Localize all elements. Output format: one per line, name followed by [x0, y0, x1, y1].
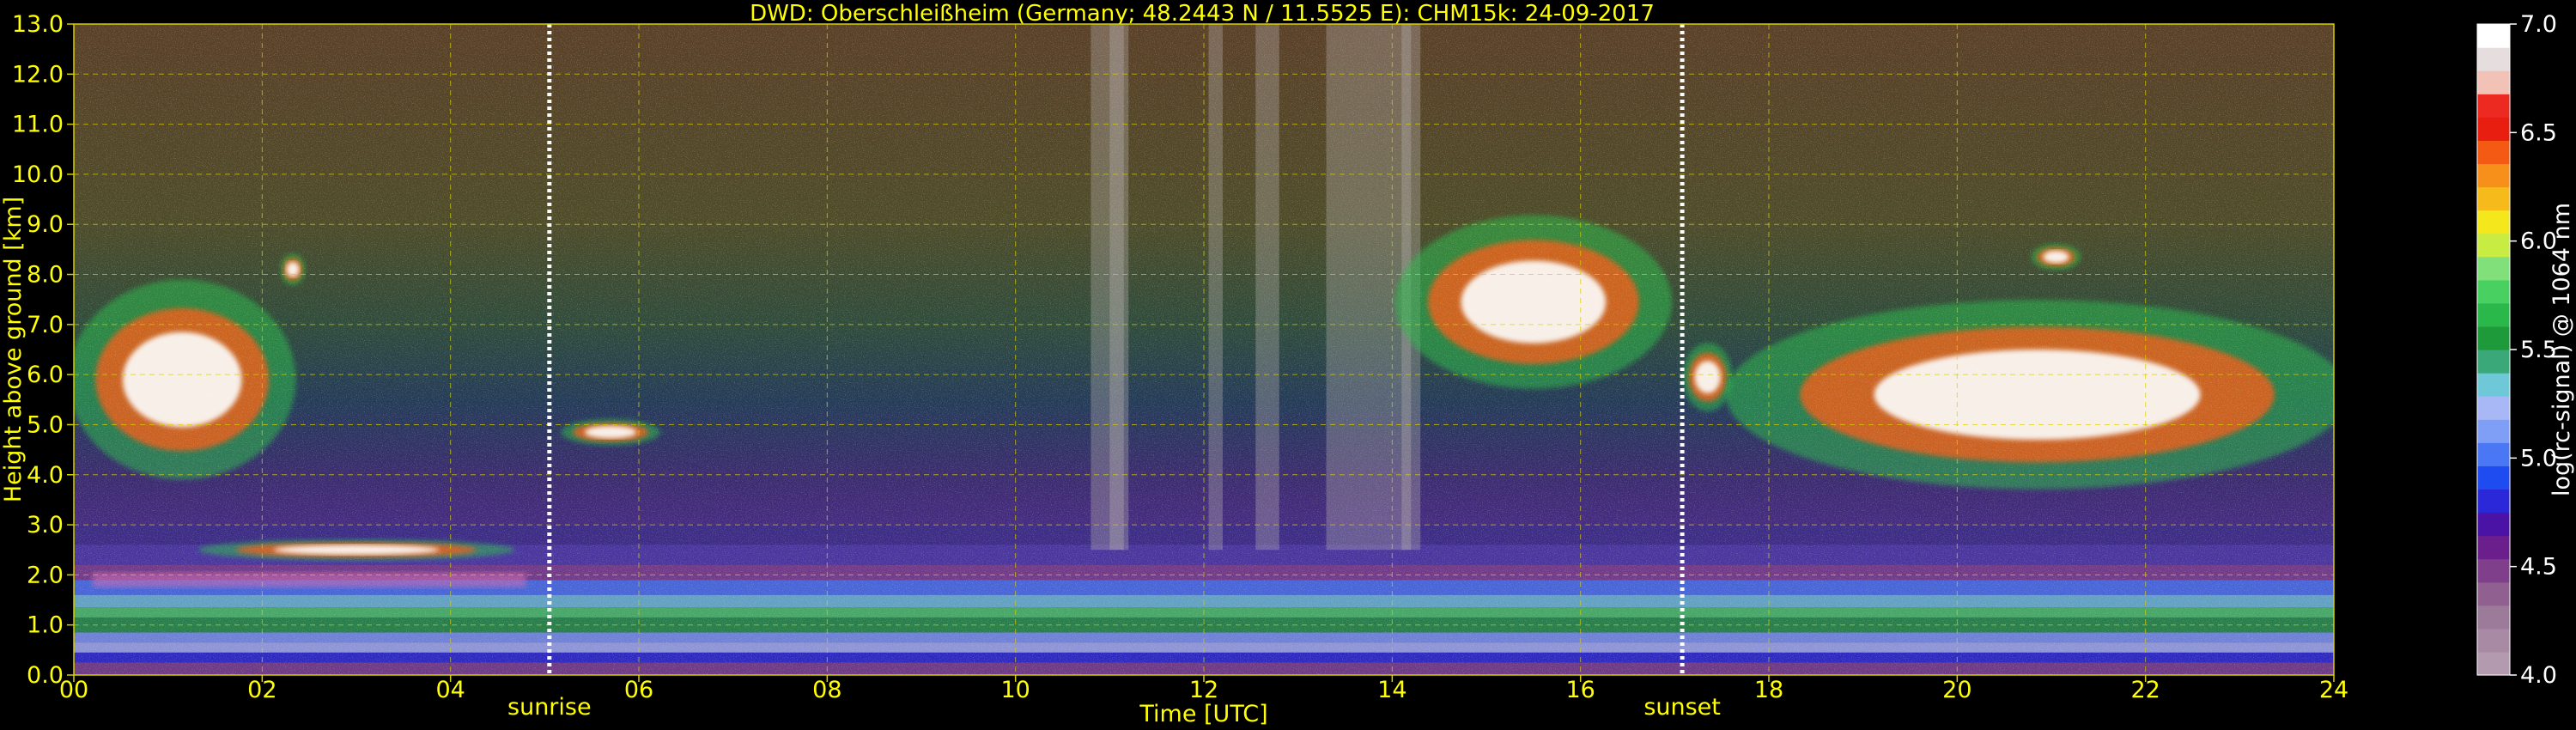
sunrise-marker-label: sunrise [507, 694, 592, 721]
colorbar-segment [2477, 350, 2510, 374]
x-tick-label: 08 [812, 677, 841, 703]
x-tick-label: 22 [2130, 677, 2160, 703]
colorbar-segment [2477, 94, 2510, 118]
colorbar-segment [2477, 233, 2510, 258]
colorbar-segment [2477, 651, 2510, 676]
sunset-marker-label: sunset [1643, 694, 1721, 721]
x-tick-label: 10 [1000, 677, 1030, 703]
colorbar-segment [2477, 373, 2510, 397]
x-axis-label: Time [UTC] [1139, 701, 1267, 727]
colorbar-segment [2477, 605, 2510, 630]
ceilometer-figure: DWD: Oberschleißheim (Germany; 48.2443 N… [0, 1, 2575, 727]
colorbar-segment [2477, 489, 2510, 514]
x-tick-label: 12 [1189, 677, 1218, 703]
y-tick-label: 7.0 [27, 312, 64, 338]
plot-area [74, 24, 2334, 675]
colorbar-tick-label: 6.5 [2520, 119, 2557, 146]
colorbar-segment [2477, 558, 2510, 583]
colorbar-segment [2477, 24, 2510, 48]
colorbar-segment [2477, 256, 2510, 281]
colorbar-label: log(rc-signal) @ 1064 nm [2549, 203, 2575, 496]
y-tick-label: 13.0 [12, 11, 64, 38]
colorbar-tick-label: 7.0 [2520, 11, 2557, 38]
colorbar-segment [2477, 442, 2510, 466]
y-tick-label: 11.0 [12, 112, 64, 138]
y-tick-label: 5.0 [27, 411, 64, 438]
x-tick-label: 18 [1754, 677, 1783, 703]
y-tick-label: 1.0 [27, 612, 64, 639]
colorbar-segment [2477, 581, 2510, 606]
y-tick-label: 2.0 [27, 562, 64, 588]
chart-title: DWD: Oberschleißheim (Germany; 48.2443 N… [750, 1, 1655, 27]
y-tick-label: 10.0 [12, 161, 64, 188]
sun-marker-labels: sunrise sunset [507, 694, 1721, 721]
colorbar-tick-label: 4.5 [2520, 554, 2557, 581]
x-tick-label: 02 [247, 677, 276, 703]
y-tick-label: 4.0 [27, 462, 64, 489]
colorbar-segment [2477, 186, 2510, 211]
colorbar-segment [2477, 140, 2510, 165]
colorbar-segment [2477, 465, 2510, 490]
x-axis: 00 02 04 06 08 10 12 14 16 18 20 22 24 [59, 675, 2348, 703]
colorbar-segment [2477, 70, 2510, 94]
y-tick-label: 9.0 [27, 211, 64, 238]
y-tick-label: 3.0 [27, 512, 64, 538]
x-tick-label: 20 [1942, 677, 1971, 703]
colorbar-segment [2477, 512, 2510, 537]
colorbar-segment [2477, 117, 2510, 141]
x-tick-label: 14 [1377, 677, 1406, 703]
colorbar-segment [2477, 535, 2510, 560]
colorbar-segment [2477, 419, 2510, 443]
colorbar-segment [2477, 302, 2510, 327]
y-tick-label: 6.0 [27, 362, 64, 388]
colorbar-segment [2477, 628, 2510, 653]
colorbar-segment [2477, 210, 2510, 234]
x-tick-label: 24 [2319, 677, 2348, 703]
y-tick-label: 8.0 [27, 262, 64, 289]
y-axis-label: Height above ground [km] [0, 197, 27, 502]
colorbar-segment [2477, 396, 2510, 420]
y-tick-label: 0.0 [27, 662, 64, 689]
x-tick-label: 16 [1565, 677, 1595, 703]
y-tick-label: 12.0 [12, 61, 64, 88]
colorbar-segment [2477, 279, 2510, 304]
x-tick-label: 06 [624, 677, 653, 703]
colorbar-segment [2477, 163, 2510, 188]
colorbar-segment [2477, 47, 2510, 71]
x-tick-label: 04 [435, 677, 465, 703]
colorbar-segment [2477, 325, 2510, 350]
colorbar-tick-label: 4.0 [2520, 662, 2557, 689]
colorbar [2476, 23, 2511, 676]
